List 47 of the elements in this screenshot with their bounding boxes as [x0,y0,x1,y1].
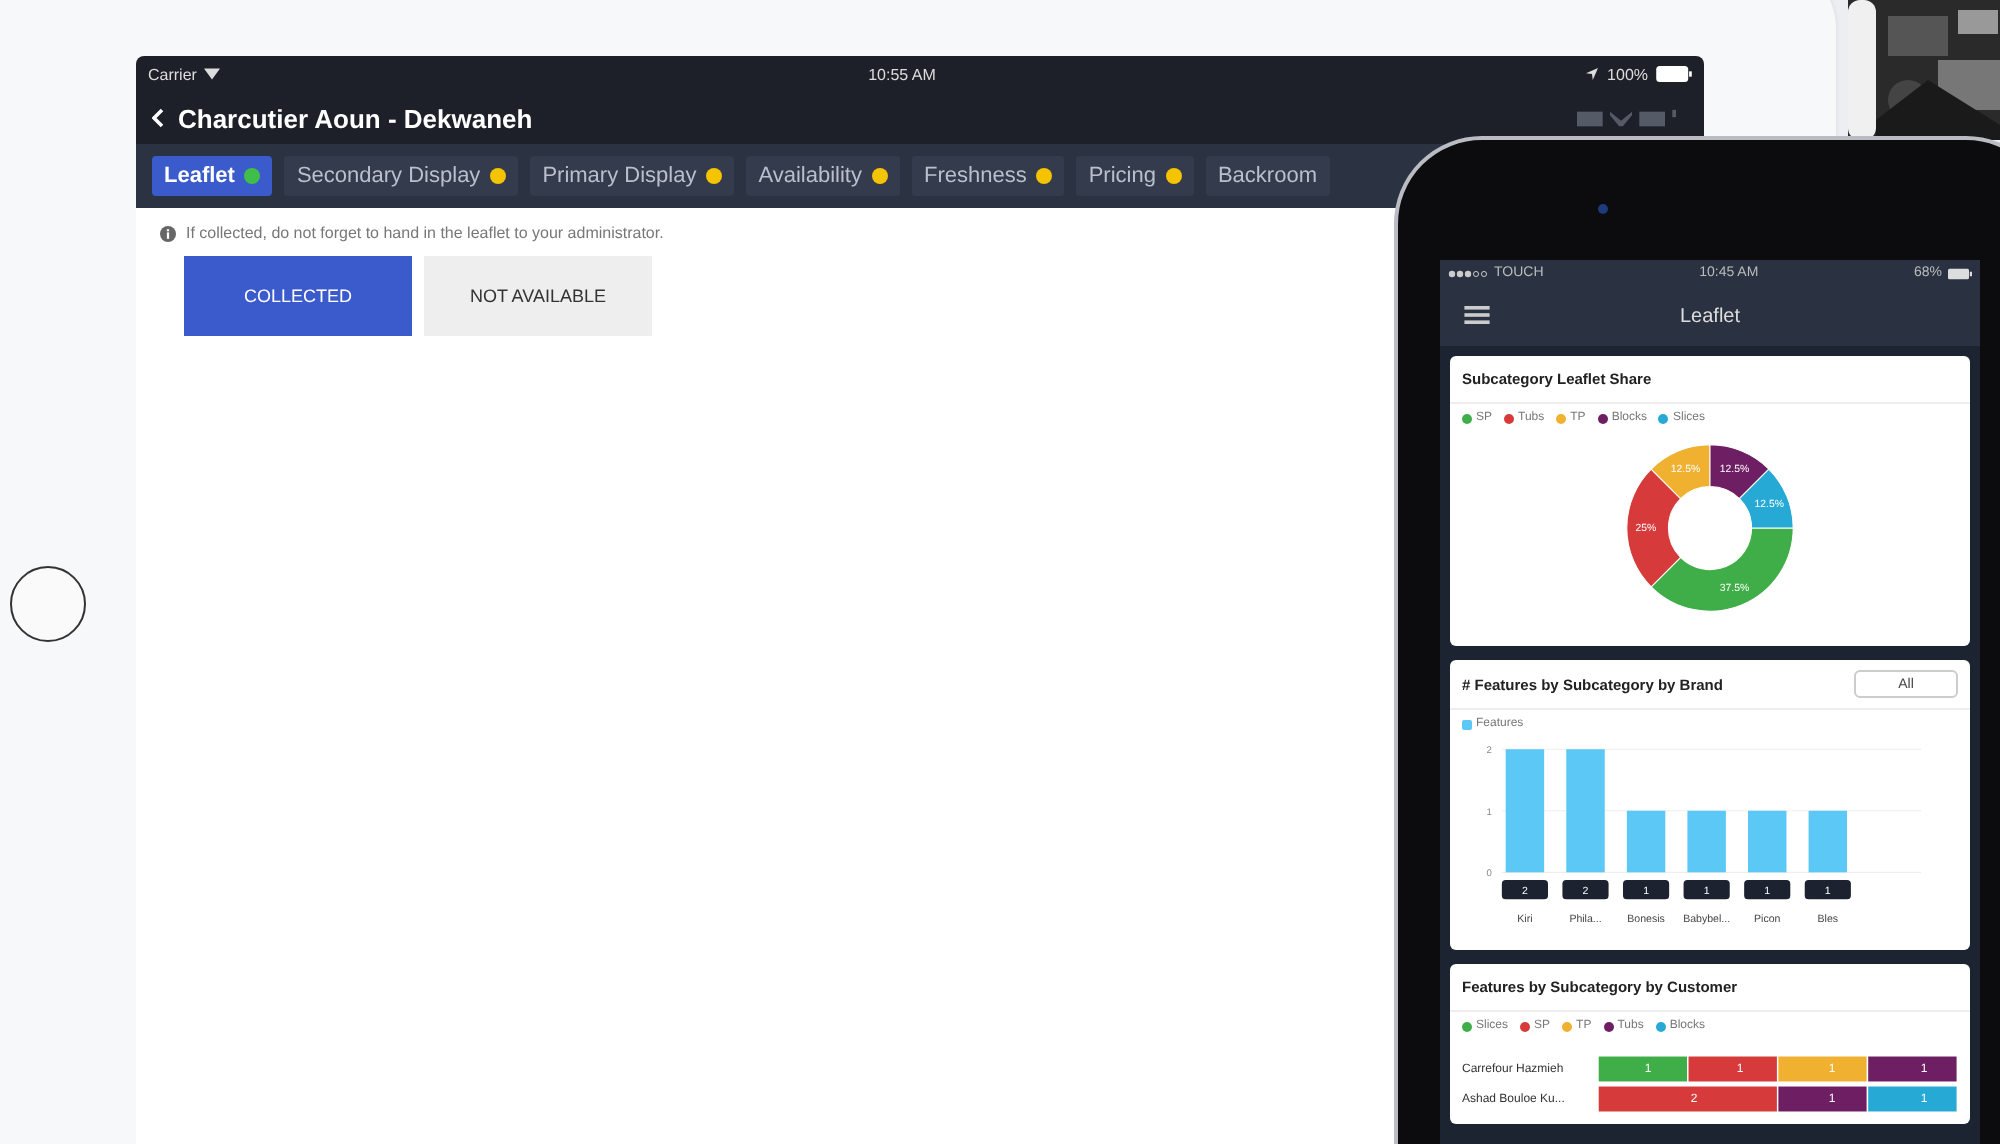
back-icon[interactable] [152,108,164,128]
bar [1566,749,1605,873]
info-icon [160,225,176,241]
tab[interactable]: Secondary Display [284,156,519,196]
bar [1808,810,1848,873]
legend-dot [1520,1021,1531,1031]
battery-icon [1656,66,1693,82]
bar [1748,810,1787,873]
tab[interactable]: Backroom [1205,156,1329,196]
location-icon [1583,68,1600,80]
bar-segment [1777,1056,1869,1082]
signal-icon [1448,269,1488,277]
store-title: Charcutier Aoun - Dekwaneh [178,103,533,133]
donut-slice [1709,444,1770,500]
wifi-icon [204,68,221,80]
bar-segment [1867,1086,1958,1112]
carrier-text: Carrier [148,65,197,83]
clock-text: 10:55 AM [868,65,936,83]
bar-segment [1687,1056,1779,1082]
menu-icon[interactable] [1464,306,1490,324]
legend-dot [1655,1021,1666,1031]
tab[interactable]: Pricing [1076,156,1194,196]
bar [1505,749,1545,873]
tab[interactable]: Availability [746,156,900,196]
legend-dot [1562,1021,1573,1031]
info-note: If collected, do not forget to hand in the leaflet to your administrator. [186,224,664,242]
tab[interactable]: Leaflet [152,156,273,196]
battery-text: 100% [1607,65,1649,83]
legend-dot [1597,413,1608,423]
bar [1626,810,1666,873]
choice-button[interactable]: NOT AVAILABLE [424,256,652,336]
legend-dot [1462,1021,1472,1031]
choice-button[interactable]: COLLECTED [184,256,412,336]
bar [1687,810,1726,873]
legend-dot [1462,413,1472,423]
legend-dot [1603,1021,1614,1031]
bar-segment [1867,1056,1958,1082]
home-button[interactable] [10,566,86,642]
screen-title: Leaflet [1679,305,1741,327]
bar-segment [1598,1056,1690,1082]
tab[interactable]: Freshness [911,156,1065,196]
camera-icon [1598,204,1608,214]
battery-icon [1948,267,1973,279]
tab[interactable]: Primary Display [530,156,735,196]
legend-dot [1556,413,1567,423]
legend-dot [1504,413,1515,423]
legend-dot [1658,413,1669,423]
